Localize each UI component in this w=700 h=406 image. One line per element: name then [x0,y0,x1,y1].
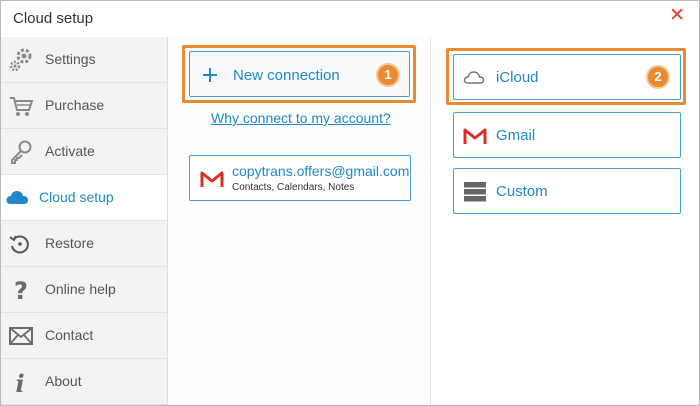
svg-text:?: ? [14,277,28,303]
close-icon[interactable]: ✕ [669,6,685,26]
sidebar-item-label: About [45,373,82,389]
sidebar-item-label: Purchase [45,97,105,113]
account-services: Contacts, Calendars, Notes [232,182,355,193]
key-icon [11,140,32,164]
cart-icon [10,97,34,116]
step-2-badge: 2 [646,65,670,89]
new-connection-label: New connection [233,67,340,84]
question-icon: ? [14,277,28,303]
icloud-button[interactable]: iCloud 2 [453,54,681,100]
sidebar-item-label: Contact [45,327,94,343]
icloud-label: iCloud [496,69,539,86]
why-connect-link[interactable]: Why connect to my account? [211,110,391,126]
sidebar-item-label: Restore [45,235,95,251]
restore-icon [9,235,29,254]
gmail-label: Gmail [496,127,536,144]
new-connection-button[interactable]: New connection 1 [189,51,410,97]
sidebar-item-purchase[interactable]: Purchase [1,83,167,129]
step-1-badge: 1 [376,63,400,87]
sidebar-item-cloud-setup[interactable]: Cloud setup [1,175,167,221]
account-email: copytrans.offers@gmail.com [232,163,410,179]
sidebar-item-label: Activate [45,143,95,159]
cloud-icon [6,191,28,204]
sidebar-item-label: Online help [45,281,116,297]
window-title: Cloud setup [13,10,94,27]
svg-text:i: i [15,369,24,395]
account-gmail-connection[interactable]: copytrans.offers@gmail.com Contacts, Cal… [189,155,411,201]
connections-panel: New connection 1 Why connect to my accou… [168,37,430,405]
sidebar-item-restore[interactable]: Restore [1,221,167,267]
server-icon [464,182,486,202]
title-bar: Cloud setup ✕ [1,1,699,37]
gmail-icon [463,128,487,144]
sidebar-item-online-help[interactable]: ? Online help [1,267,167,313]
cloud-outline-icon [463,71,485,84]
mail-icon [9,327,33,345]
sidebar-item-activate[interactable]: Activate [1,129,167,175]
info-icon: i [15,369,24,395]
custom-label: Custom [496,183,548,200]
custom-button[interactable]: Custom [453,168,681,214]
sidebar-item-contact[interactable]: Contact [1,313,167,359]
gmail-button[interactable]: Gmail [453,112,681,158]
sidebar-item-label: Settings [45,51,96,67]
gear-icon [9,48,32,72]
sidebar: Settings Purchase Activate Cloud setup R… [1,37,168,405]
providers-panel: iCloud 2 Gmail Custom [430,37,699,405]
gmail-icon [200,171,224,187]
sidebar-item-settings[interactable]: Settings [1,37,167,83]
sidebar-item-label: Cloud setup [39,189,114,205]
cloud-setup-window: Cloud setup ✕ Settings Purchase Activate… [0,0,700,406]
plus-icon [203,68,217,82]
sidebar-item-about[interactable]: i About [1,359,167,405]
